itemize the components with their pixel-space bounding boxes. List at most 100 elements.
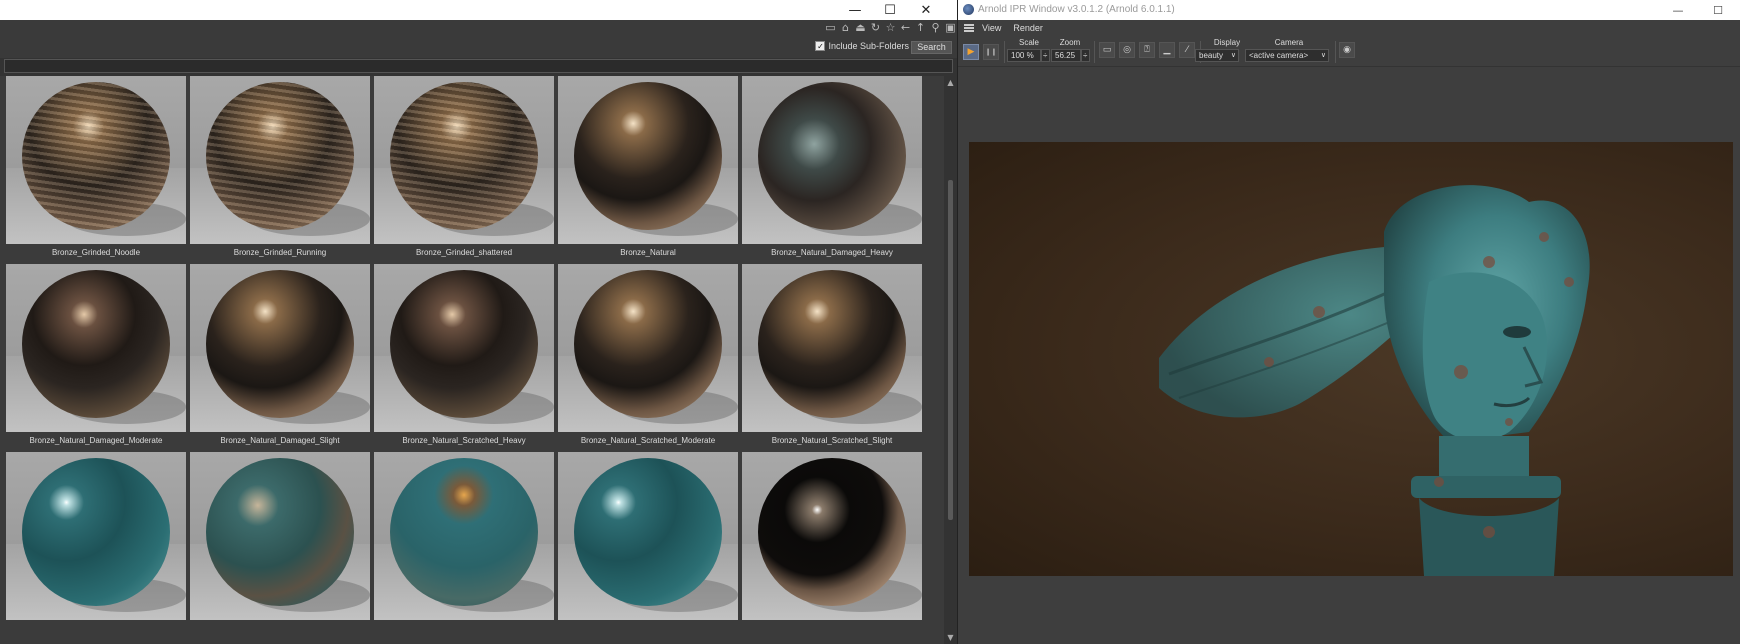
search-input[interactable]: [4, 59, 953, 73]
star-icon[interactable]: ☆: [884, 21, 897, 35]
pick-view-button[interactable]: ⁄: [1179, 42, 1195, 58]
material-name: [374, 620, 554, 637]
material-thumbnail[interactable]: [742, 452, 922, 637]
material-preview-image: [558, 76, 738, 244]
pause-render-button[interactable]: ❙❙: [983, 44, 999, 60]
material-name: [190, 620, 370, 637]
chevron-down-icon: ∨: [1320, 51, 1326, 59]
rendered-statue-head-image: [1159, 185, 1590, 576]
material-thumbnail[interactable]: Bronze_Natural_Damaged_Moderate: [6, 264, 186, 449]
back-arrow-icon[interactable]: ←: [899, 21, 912, 35]
crop-view-button[interactable]: ▁: [1159, 42, 1175, 58]
arnold-app-icon: [963, 4, 974, 15]
ipr-status-area: [958, 576, 1740, 644]
material-sphere: [758, 82, 906, 230]
asset-browser-titlebar: — ☐ ✕: [0, 0, 957, 20]
close-button[interactable]: ✕: [909, 0, 943, 20]
refresh-icon[interactable]: ↻: [869, 21, 882, 35]
material-thumbnail[interactable]: Bronze_Natural_Damaged_Heavy: [742, 76, 922, 261]
home-icon[interactable]: ⌂: [839, 21, 852, 35]
scroll-down-arrow-icon[interactable]: ▼: [946, 633, 955, 642]
material-thumbnail[interactable]: [6, 452, 186, 637]
ipr-minimize-button[interactable]: —: [1661, 0, 1695, 20]
vertical-scrollbar[interactable]: ▲ ▼: [944, 76, 957, 644]
camera-dropdown[interactable]: <active camera> ∨: [1245, 49, 1329, 62]
play-render-button[interactable]: ▶: [963, 44, 979, 60]
camera-dropdown-value: <active camera>: [1249, 51, 1309, 60]
snapshot-camera-icon[interactable]: ◉: [1339, 42, 1355, 58]
scrollbar-thumb[interactable]: [948, 180, 953, 520]
material-preview-image: [6, 76, 186, 244]
globe-view-button[interactable]: ◎: [1119, 42, 1135, 58]
material-preview-image: [742, 76, 922, 244]
zoom-field[interactable]: 56.25: [1051, 49, 1081, 62]
material-thumbnail[interactable]: Bronze_Natural_Scratched_Heavy: [374, 264, 554, 449]
search-button[interactable]: Search: [911, 41, 952, 54]
render-viewport[interactable]: [969, 142, 1733, 576]
material-thumbnail[interactable]: Bronze_Natural_Scratched_Moderate: [558, 264, 738, 449]
toolbar-icon-group: ▭ ⌂ ⏏ ↻ ☆ ← ↑ ⚲ ▣: [824, 21, 957, 35]
region-view-button[interactable]: ▭: [1099, 42, 1115, 58]
scale-field[interactable]: 100 %: [1007, 49, 1041, 62]
material-preview-image: [6, 264, 186, 432]
lock-view-button[interactable]: ⍰: [1139, 42, 1155, 58]
hamburger-menu-icon[interactable]: [964, 23, 974, 32]
material-name: [6, 620, 186, 637]
display-dropdown[interactable]: beauty ∨: [1195, 49, 1239, 62]
up-folder-icon[interactable]: ⏏: [854, 21, 867, 35]
minimize-button[interactable]: —: [838, 0, 872, 20]
ipr-window-title: Arnold IPR Window v3.0.1.2 (Arnold 6.0.1…: [978, 4, 1175, 15]
material-name: Bronze_Natural_Damaged_Heavy: [771, 248, 893, 257]
material-name: Bronze_Natural: [620, 248, 676, 257]
zoom-icon[interactable]: ⚲: [929, 21, 942, 35]
material-sphere: [22, 270, 170, 418]
material-sphere: [758, 458, 906, 606]
material-thumbnail[interactable]: [190, 452, 370, 637]
camera-label: Camera: [1274, 38, 1304, 47]
material-preview-image: [742, 264, 922, 432]
material-name: Bronze_Natural_Scratched_Moderate: [580, 436, 716, 445]
menu-view[interactable]: View: [982, 23, 1001, 33]
include-subfolders-label: Include Sub-Folders: [828, 41, 909, 51]
material-thumbnail[interactable]: Bronze_Grinded_Noodle: [6, 76, 186, 261]
material-thumbnail[interactable]: [374, 452, 554, 637]
material-name: Bronze_Natural_Scratched_Slight: [771, 436, 893, 445]
material-thumbnail[interactable]: [558, 452, 738, 637]
material-thumbnail-grid: Bronze_Grinded_Noodle Bronze_Grinded_Runn…: [0, 76, 945, 644]
chevron-down-icon: ∨: [1230, 51, 1236, 59]
toolbar-separator: [1094, 41, 1095, 63]
material-thumbnail[interactable]: Bronze_Natural: [558, 76, 738, 261]
material-sphere: [22, 82, 170, 230]
material-preview-image: [558, 452, 738, 620]
scale-spinner-icon[interactable]: ÷: [1041, 49, 1050, 62]
browser-toolbar: ▭ ⌂ ⏏ ↻ ☆ ← ↑ ⚲ ▣: [0, 20, 957, 38]
include-subfolders-option[interactable]: ✓ Include Sub-Folders: [815, 41, 909, 51]
material-sphere: [206, 270, 354, 418]
include-subfolders-checkbox[interactable]: ✓: [815, 41, 826, 51]
material-preview-image: [374, 264, 554, 432]
toolbar-separator: [1004, 41, 1005, 63]
maximize-button[interactable]: ☐: [873, 0, 907, 20]
material-sphere: [574, 458, 722, 606]
ipr-titlebar: Arnold IPR Window v3.0.1.2 (Arnold 6.0.1…: [958, 0, 1740, 20]
material-preview-image: [190, 76, 370, 244]
add-icon[interactable]: ▣: [944, 21, 957, 35]
material-preview-image: [742, 452, 922, 620]
display-dropdown-value: beauty: [1199, 51, 1224, 60]
up-arrow-icon[interactable]: ↑: [914, 21, 927, 35]
material-thumbnail[interactable]: Bronze_Natural_Damaged_Slight: [190, 264, 370, 449]
scroll-up-arrow-icon[interactable]: ▲: [946, 78, 955, 87]
display-label: Display: [1213, 38, 1241, 47]
zoom-label: Zoom: [1059, 38, 1081, 47]
arnold-ipr-window: Arnold IPR Window v3.0.1.2 (Arnold 6.0.1…: [957, 0, 1740, 644]
material-thumbnail[interactable]: Bronze_Natural_Scratched_Slight: [742, 264, 922, 449]
minus-box-icon[interactable]: ▭: [824, 21, 837, 35]
material-sphere: [574, 82, 722, 230]
ipr-menubar: View Render: [958, 20, 1740, 35]
material-thumbnail[interactable]: Bronze_Grinded_shattered: [374, 76, 554, 261]
material-sphere: [206, 458, 354, 606]
material-thumbnail[interactable]: Bronze_Grinded_Running: [190, 76, 370, 261]
menu-render[interactable]: Render: [1013, 23, 1043, 33]
zoom-spinner-icon[interactable]: ÷: [1081, 49, 1090, 62]
ipr-maximize-button[interactable]: ☐: [1701, 0, 1735, 20]
